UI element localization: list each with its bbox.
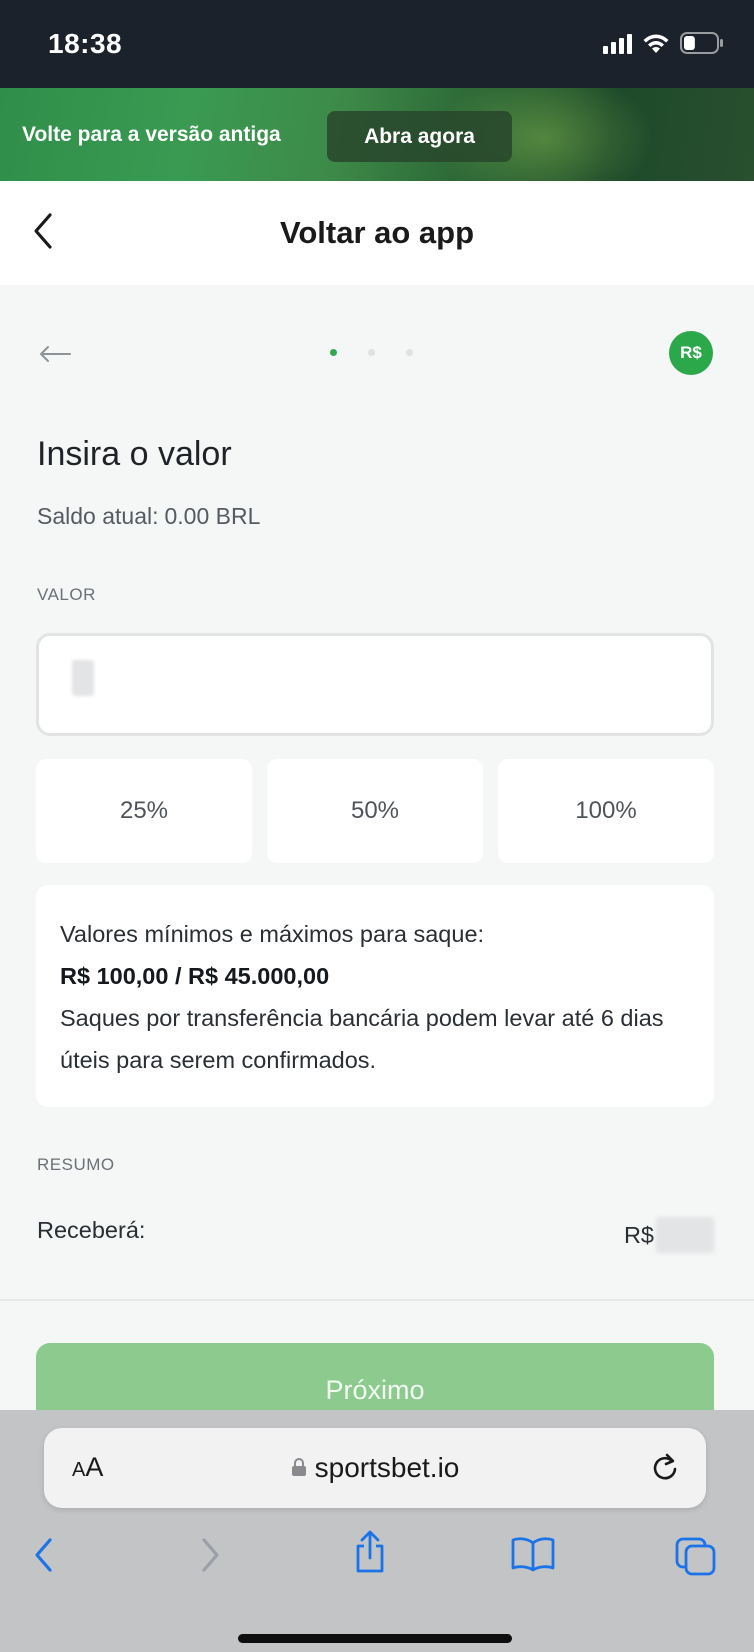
status-icons <box>603 32 724 54</box>
arrow-left-icon <box>40 346 71 362</box>
app-header: Voltar ao app <box>0 181 754 285</box>
receive-row: Receberá: R$ <box>37 1217 714 1253</box>
banner-text: Volte para a versão antiga <box>22 123 281 146</box>
balance-value: 0.00 BRL <box>164 503 261 529</box>
legacy-version-banner: Volte para a versão antiga Abra agora <box>0 88 754 181</box>
address-bar[interactable]: AA sportsbet.io <box>44 1428 706 1508</box>
step-dot <box>406 349 413 356</box>
tabs-icon <box>675 1537 716 1576</box>
current-balance: Saldo atual: 0.00 BRL <box>37 503 260 530</box>
share-icon <box>356 1530 384 1573</box>
chevron-left-icon <box>35 1538 52 1572</box>
book-icon <box>511 1537 555 1572</box>
percent-100-button[interactable]: 100% <box>498 759 714 863</box>
url-text: sportsbet.io <box>314 1452 460 1483</box>
browser-forward-button[interactable] <box>198 1536 222 1579</box>
amount-input[interactable] <box>39 636 711 733</box>
bank-transfer-note: Saques por transferência bancária podem … <box>60 1005 664 1073</box>
status-time: 18:38 <box>48 28 123 59</box>
reload-icon <box>653 1453 677 1480</box>
receive-label: Receberá: <box>37 1217 146 1243</box>
step-dot <box>368 349 375 356</box>
summary-label: RESUMO <box>37 1155 115 1174</box>
percent-50-button[interactable]: 50% <box>267 759 483 863</box>
wifi-icon <box>642 32 670 54</box>
tabs-button[interactable] <box>674 1536 718 1581</box>
browser-toolbar <box>0 1530 754 1590</box>
redacted-amount <box>656 1217 714 1253</box>
browser-back-button[interactable] <box>32 1536 56 1579</box>
page-title: Insira o valor <box>37 435 232 473</box>
limits-intro: Valores mínimos e máximos para saque: <box>60 921 485 947</box>
header-title: Voltar ao app <box>279 215 475 250</box>
url-display: sportsbet.io <box>44 1452 706 1484</box>
receive-value: R$ <box>624 1217 714 1253</box>
previous-step-button[interactable] <box>38 345 72 368</box>
percent-25-button[interactable]: 25% <box>36 759 252 863</box>
home-indicator <box>238 1634 512 1643</box>
open-now-button[interactable]: Abra agora <box>327 111 512 162</box>
bookmarks-button[interactable] <box>510 1536 556 1577</box>
browser-chrome: AA sportsbet.io <box>0 1410 754 1652</box>
balance-label: Saldo atual: <box>37 503 159 529</box>
withdraw-limits-card: Valores mínimos e máximos para saque: R$… <box>36 885 714 1107</box>
chevron-right-icon <box>202 1538 219 1572</box>
receive-currency: R$ <box>623 1221 654 1248</box>
lock-icon <box>291 1457 306 1476</box>
step-dot <box>330 349 337 356</box>
status-bar: 18:38 <box>0 0 754 88</box>
amount-input-container <box>36 633 714 736</box>
reload-button[interactable] <box>650 1451 680 1488</box>
currency-badge: R$ <box>669 331 713 375</box>
battery-icon <box>680 32 724 54</box>
amount-label: VALOR <box>37 585 96 604</box>
limits-value: R$ 100,00 / R$ 45.000,00 <box>60 963 330 989</box>
divider <box>0 1299 754 1301</box>
step-indicator <box>330 349 413 356</box>
cellular-signal-icon <box>603 32 632 54</box>
withdraw-form: R$ Insira o valor Saldo atual: 0.00 BRL V… <box>0 285 754 1443</box>
percent-buttons: 25% 50% 100% <box>36 759 714 863</box>
share-button[interactable] <box>352 1530 388 1579</box>
